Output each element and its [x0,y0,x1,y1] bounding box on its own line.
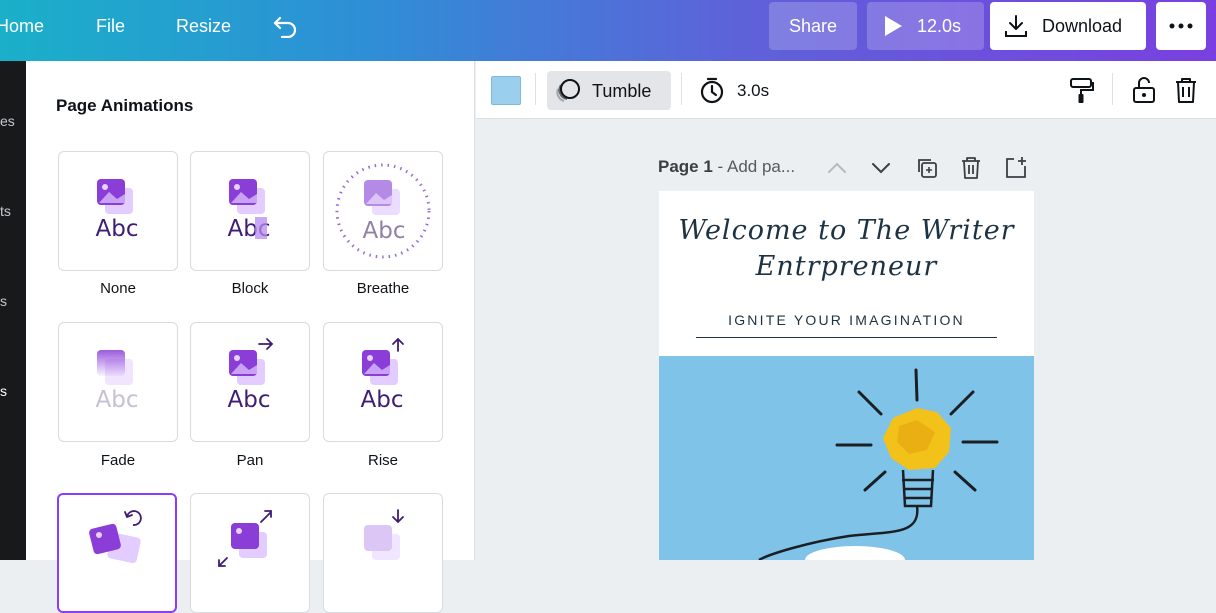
duplicate-page-icon[interactable] [915,156,939,180]
rail-item[interactable]: es [0,113,15,129]
rail-item[interactable]: s [0,293,7,309]
none-preview-icon: Abc [96,179,139,242]
download-label: Download [1042,15,1123,36]
page-number: Page 1 [658,157,713,176]
element-toolbar: Tumble 3.0s [476,61,1216,119]
share-label: Share [788,15,838,36]
undo-icon[interactable] [272,14,298,38]
animation-label: Block [231,280,269,297]
page-title-placeholder: - Add pa... [717,157,796,176]
page-animations-panel: Page Animations Abc None Abc Block Abc B… [26,61,475,613]
top-bar: Home File Resize Share 12.0s Download [0,0,1216,61]
duration-label[interactable]: 3.0s [737,81,769,101]
animation-tile-pop[interactable] [190,493,310,613]
more-button[interactable] [1156,2,1206,50]
block-preview-icon: Abc [228,179,270,242]
download-button[interactable]: Download [990,2,1146,50]
lightbulb-photo[interactable] [659,356,1034,560]
download-icon [1005,15,1027,37]
divider [535,73,536,105]
delete-page-icon[interactable] [960,156,982,180]
unlock-icon[interactable] [1132,76,1156,104]
animation-label: Breathe [356,280,410,297]
animation-tile-drop[interactable] [323,493,443,613]
tumble-icon [556,79,580,102]
file-menu[interactable]: File [96,0,125,53]
trash-icon[interactable] [1174,76,1198,104]
chevron-down-icon[interactable] [870,156,892,180]
animation-tile-pan[interactable]: Abc [190,322,310,442]
add-page-icon[interactable] [1004,156,1028,180]
svg-text:Abc: Abc [96,387,139,413]
tumble-preview-icon [89,510,142,564]
design-tagline[interactable]: IGNITE YOUR IMAGINATION [659,312,1034,328]
animation-label: Fade [100,452,136,469]
animation-label: Tumble [592,81,652,101]
svg-text:Abc: Abc [361,387,404,413]
home-link[interactable]: Home [0,0,44,53]
fade-preview-icon: Abc [96,350,139,413]
animation-label: Pan [236,452,264,469]
play-icon [885,16,902,36]
panel-title: Page Animations [56,96,194,115]
svg-text:Abc: Abc [228,387,271,413]
rise-preview-icon: Abc [361,337,404,413]
animation-tile-block[interactable]: Abc [190,151,310,271]
animation-tile-tumble[interactable] [57,493,177,613]
share-button[interactable]: Share [769,2,857,50]
color-swatch[interactable] [491,76,521,105]
animation-tile-none[interactable]: Abc [58,151,178,271]
side-nav-rail: es ts s s [0,61,26,560]
animation-label: None [100,280,136,297]
pan-preview-icon: Abc [228,338,274,413]
animation-tile-rise[interactable]: Abc [323,322,443,442]
design-divider-line [696,337,997,338]
play-duration: 12.0s [917,15,962,36]
animation-tile-breathe[interactable]: Abc [323,151,443,271]
lightbulb-image [758,368,999,560]
timer-icon[interactable] [699,76,725,104]
rail-item[interactable]: s [0,383,7,399]
heading-line-2: Entrpreneur [755,251,938,282]
animation-button[interactable]: Tumble [547,71,671,110]
play-button[interactable]: 12.0s [867,2,984,50]
rail-item[interactable]: ts [0,203,11,219]
heading-line-1: Welcome to The Writer [678,215,1015,246]
page-title[interactable]: Page 1 - Add pa... [658,157,795,177]
animation-tile-fade[interactable]: Abc [58,322,178,442]
divider [1112,73,1113,105]
pop-preview-icon [218,510,272,567]
animation-label: Rise [367,452,398,469]
design-page[interactable]: Welcome to The Writer Entrpreneur IGNITE… [659,191,1034,560]
divider [681,73,682,105]
svg-text:Abc: Abc [96,216,139,242]
resize-menu[interactable]: Resize [176,0,231,53]
svg-text:Abc: Abc [363,218,406,244]
more-icon [1169,23,1193,29]
chevron-up-icon[interactable] [826,156,848,180]
paint-roller-icon[interactable] [1069,76,1095,104]
drop-preview-icon [364,509,404,560]
breathe-preview-icon: Abc [335,163,431,259]
design-heading[interactable]: Welcome to The Writer Entrpreneur [659,213,1034,285]
